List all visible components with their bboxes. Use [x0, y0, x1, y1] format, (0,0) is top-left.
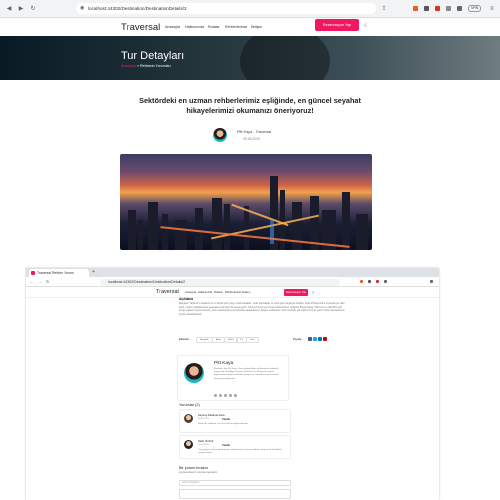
- pinterest-icon[interactable]: [323, 337, 327, 341]
- moon-icon[interactable]: ☾: [364, 23, 368, 29]
- description-heading: Açıklama: [179, 297, 193, 301]
- nav-item-guides[interactable]: Rehberlerimiz: [225, 25, 247, 29]
- nav-item-home[interactable]: Anasayfa: [185, 291, 196, 294]
- extension-icon[interactable]: [424, 6, 429, 11]
- nav-item-home[interactable]: Anasayfa: [165, 25, 180, 29]
- comment-textarea[interactable]: [179, 489, 291, 499]
- comment-date: 09.06.2025: [198, 418, 209, 420]
- linkedin-icon[interactable]: [318, 337, 322, 341]
- nav-item-about[interactable]: Hakkımızda: [185, 25, 204, 29]
- tag-chip[interactable]: Asya: [212, 336, 225, 343]
- menu-icon[interactable]: [430, 280, 433, 283]
- author-card: Pitt Kaya Merhaba, ben Pitt Kaya. Uzun y…: [177, 355, 289, 401]
- commenter-name: Selin Öztürk: [198, 439, 214, 443]
- notification-icon[interactable]: [376, 280, 379, 283]
- destination-photo: [120, 154, 372, 250]
- share-icon[interactable]: ⇪: [380, 5, 388, 13]
- social-icon[interactable]: [214, 394, 217, 397]
- browser-window-2: Traversal Rehber Yorum + ← → ↻ localhost…: [26, 268, 439, 500]
- nav-item-routes[interactable]: Rotalar: [214, 291, 223, 294]
- social-icon[interactable]: [219, 394, 222, 397]
- forward-icon[interactable]: →: [38, 279, 42, 284]
- address-bar[interactable]: ◉ localhost:44302/Destination/Destinatio…: [76, 3, 376, 14]
- twitter-icon[interactable]: [313, 337, 317, 341]
- reply-link[interactable]: Yanıtla: [222, 418, 230, 421]
- author-line: Pitt Kaya - Traversal: [237, 130, 272, 134]
- leave-comment-title: Bir yorum bırakın: [179, 466, 208, 470]
- social-icon[interactable]: [224, 394, 227, 397]
- comment-text: Harika bir rehberdi, tur çok keyifli ve …: [198, 423, 249, 425]
- breadcrumb-separator: »: [136, 64, 139, 68]
- social-icon[interactable]: [234, 394, 237, 397]
- forward-icon[interactable]: ▶: [17, 5, 25, 13]
- reload-icon[interactable]: ↻: [46, 279, 49, 284]
- browser-tab[interactable]: Traversal Rehber Yorum: [29, 269, 89, 277]
- nav-item-routes[interactable]: Rotalar: [208, 25, 220, 29]
- nav-item-guides[interactable]: Rehberlerimiz: [225, 291, 242, 294]
- back-icon[interactable]: ◀: [5, 5, 13, 13]
- nav-item-about[interactable]: Hakkımızda: [198, 291, 212, 294]
- address-text: localhost:44302/Destination/DestinationD…: [88, 6, 187, 11]
- site-logo-2[interactable]: Traversal: [156, 289, 179, 295]
- site-logo[interactable]: Traversal: [121, 22, 160, 33]
- leave-comment-subtitle: E-posta adresiniz yayınlanmayacaktır.: [179, 472, 218, 474]
- address-bar[interactable]: localhost:44302/Destination/DestinationD…: [100, 278, 340, 286]
- facebook-icon[interactable]: [308, 337, 312, 341]
- hero-silhouette: [240, 36, 330, 80]
- new-tab-icon[interactable]: +: [92, 269, 95, 275]
- commenter-name: Zeynep Melanie Kara: [198, 413, 225, 417]
- puzzle-icon[interactable]: [446, 6, 451, 11]
- commenter-avatar: [184, 414, 193, 423]
- reload-icon[interactable]: ↻: [29, 5, 37, 13]
- browser-toolbar-2: ← → ↻ localhost:44302/Destination/Destin…: [26, 277, 439, 287]
- tag-chip[interactable]: Bangkok: [196, 336, 213, 343]
- name-input[interactable]: Adınız Soyadınız: [179, 480, 291, 486]
- tab-title: Traversal Rehber Yorum: [37, 271, 74, 275]
- browser-toolbar: ◀ ▶ ↻ ◉ localhost:44302/Destination/Dest…: [0, 0, 500, 18]
- moon-icon[interactable]: ☾: [312, 290, 316, 295]
- breadcrumb-home[interactable]: Anasayfa: [121, 64, 136, 68]
- extension-icon[interactable]: [368, 280, 371, 283]
- nav-item-contact[interactable]: İletişim: [242, 291, 250, 294]
- commenter-avatar: [184, 440, 193, 449]
- menu-icon[interactable]: ≡: [488, 5, 496, 13]
- profile-icon[interactable]: [384, 280, 387, 283]
- article-date: 09.06.2025: [243, 137, 260, 141]
- author-card-avatar: [184, 363, 204, 383]
- favicon-icon: [31, 271, 35, 275]
- comments-title: Yorumlar (2): [179, 403, 200, 407]
- site-navbar: Traversal Anasayfa Hakkımızda Rotalar Re…: [0, 18, 500, 36]
- share-label: Paylaş :: [293, 337, 303, 341]
- author-card-name: Pitt Kaya: [214, 361, 234, 366]
- breadcrumb-current: Rehberin Yorumları: [139, 64, 171, 68]
- reservation-button[interactable]: Rezervasyon Yap: [284, 288, 308, 296]
- notification-icon[interactable]: [435, 6, 440, 11]
- brave-icon[interactable]: [413, 6, 418, 11]
- social-icon[interactable]: [229, 394, 232, 397]
- author-avatar: [213, 128, 227, 142]
- comment-text: Tur programı çok iyi planlanmıştı, rehbe…: [198, 449, 282, 455]
- breadcrumb: Anasayfa » Rehberin Yorumları: [121, 64, 171, 68]
- site-navbar-2: Traversal Anasayfa Hakkımızda Rotalar Re…: [26, 287, 439, 298]
- reservation-button[interactable]: Rezervasyon Yap: [315, 19, 359, 31]
- profile-icon[interactable]: [457, 6, 462, 11]
- brave-icon[interactable]: [360, 280, 363, 283]
- hero-banner: Tur Detayları Anasayfa » Rehberin Yoruml…: [0, 36, 500, 80]
- hero-title: Tur Detayları: [121, 50, 185, 62]
- description-text: Bangkok, Tayland'ın başkenti ve en büyük…: [179, 302, 345, 316]
- tags-label: Etiketler :: [179, 337, 191, 341]
- tab-strip: Traversal Rehber Yorum +: [26, 268, 439, 277]
- comment-date: 09.06.2025: [198, 444, 209, 446]
- comment-card: Selin Öztürk 09.06.2025 Yanıtla Tur prog…: [179, 435, 291, 459]
- back-icon[interactable]: ←: [30, 279, 34, 284]
- author-card-bio: Merhaba, ben Pitt Kaya. Uzun yıllardır A…: [214, 368, 279, 380]
- vpn-badge[interactable]: VPN: [468, 5, 482, 12]
- lock-icon: ◉: [80, 5, 85, 11]
- nav-item-contact[interactable]: İletişim: [251, 25, 262, 29]
- article-headline: Sektördeki en uzman rehberlerimiz eşliği…: [139, 96, 361, 115]
- tag-chip[interactable]: Gezi: [246, 336, 259, 343]
- reply-link[interactable]: Yanıtla: [222, 444, 230, 447]
- comment-card: Zeynep Melanie Kara 09.06.2025 Yanıtla H…: [179, 409, 291, 433]
